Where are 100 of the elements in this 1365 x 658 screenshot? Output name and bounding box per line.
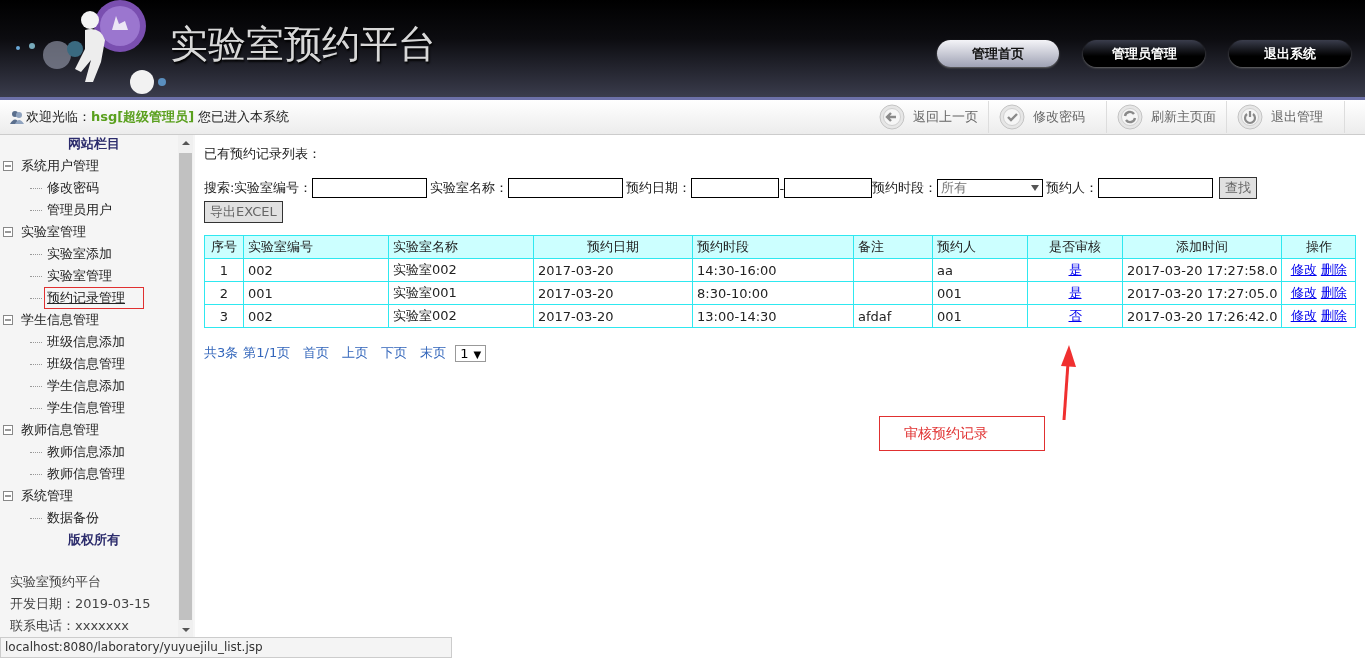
pager-link[interactable]: 首页 [303, 344, 330, 362]
table-cell: 2017-03-20 17:27:58.0 [1122, 258, 1282, 282]
refresh-icon [1117, 104, 1143, 130]
tree-item[interactable]: 实验室添加 [45, 245, 114, 263]
action-link[interactable]: 删除 [1320, 308, 1347, 323]
column-header: 实验室名称 [388, 235, 534, 259]
tree-item[interactable]: 预约记录管理 [45, 288, 143, 308]
tree-group[interactable]: 系统管理 [21, 487, 73, 505]
pager-text: 共3条 [204, 344, 239, 362]
tree-group[interactable]: 教师信息管理 [21, 421, 99, 439]
tree-item[interactable]: 修改密码 [45, 179, 101, 197]
pager-link[interactable]: 下页 [381, 344, 408, 362]
toolbar-button[interactable]: 修改密码 [989, 101, 1107, 133]
column-header: 预约日期 [533, 235, 693, 259]
table-cell: 13:00-14:30 [692, 304, 854, 328]
tree-group[interactable]: 学生信息管理 [21, 311, 99, 329]
table-cell: 001 [932, 281, 1028, 305]
nav-button[interactable]: 退出系统 [1229, 40, 1351, 67]
table-cell: 001 [932, 304, 1028, 328]
pager-link[interactable]: 末页 [420, 344, 447, 362]
column-header: 预约时段 [692, 235, 854, 259]
column-header: 操作 [1282, 235, 1356, 259]
table-cell: 2017-03-20 [533, 304, 693, 328]
table-cell: 实验室002 [388, 304, 534, 328]
input-field[interactable] [691, 178, 780, 198]
nav-button[interactable]: 管理首页 [937, 40, 1059, 67]
tree-item[interactable]: 学生信息添加 [45, 377, 127, 395]
tree-item[interactable]: 数据备份 [45, 509, 101, 527]
select-field[interactable]: 所有 [937, 179, 1044, 197]
column-header: 添加时间 [1122, 235, 1282, 259]
page-heading: 已有预约记录列表： [204, 145, 322, 163]
footer-text: 联系电话：xxxxxxx [10, 617, 130, 635]
collapse-icon[interactable] [3, 491, 13, 501]
table-cell: 14:30-16:00 [692, 258, 854, 282]
tree-group[interactable]: 系统用户管理 [21, 157, 99, 175]
tree-group[interactable]: 实验室管理 [21, 223, 86, 241]
collapse-icon[interactable] [3, 425, 13, 435]
approval-link[interactable]: 是 [1068, 262, 1082, 277]
table-cell: 2017-03-20 17:27:05.0 [1122, 281, 1282, 305]
action-link[interactable]: 修改 [1290, 308, 1317, 323]
sidebar-title: 网站栏目 [67, 135, 121, 153]
field-label: 实验室编号： [234, 179, 313, 197]
table-cell: 001 [243, 281, 389, 305]
check-icon [999, 104, 1025, 130]
field-label: 实验室名称： [430, 179, 509, 197]
page-select[interactable]: 1 ▼ [455, 344, 487, 362]
power-icon [1237, 104, 1263, 130]
table-cell: 2 [204, 281, 244, 305]
field-label: 预约时段： [872, 179, 938, 197]
site-title: 实验室预约平台 [170, 21, 436, 68]
toolbar-button[interactable]: 刷新主页面 [1107, 101, 1227, 133]
column-header: 实验室编号 [243, 235, 389, 259]
table-cell: 实验室001 [388, 281, 534, 305]
tree-item[interactable]: 教师信息添加 [45, 443, 127, 461]
copyright-title: 版权所有 [67, 531, 121, 549]
action-link[interactable]: 修改 [1290, 285, 1317, 300]
tree-item[interactable]: 管理员用户 [45, 201, 114, 219]
table-cell: 3 [204, 304, 244, 328]
table-cell: 002 [243, 304, 389, 328]
export-button[interactable]: 导出EXCEL [204, 201, 283, 223]
pager-text: 第1/1页 [243, 344, 291, 362]
footer-text: 开发日期：2019-03-15 [10, 595, 152, 613]
action-link[interactable]: 修改 [1290, 262, 1317, 277]
toolbar-button[interactable]: 返回上一页 [869, 101, 989, 133]
footer-text: 实验室预约平台 [10, 573, 102, 591]
column-header: 预约人 [932, 235, 1028, 259]
tree-item[interactable]: 班级信息添加 [45, 333, 127, 351]
collapse-icon[interactable] [3, 161, 13, 171]
annotation-callout: 审核预约记录 [879, 416, 1045, 451]
table-cell: afdaf [853, 304, 933, 328]
status-bar: localhost:8080/laboratory/yuyuejilu_list.jsp [0, 637, 452, 658]
toolbar-button[interactable]: 退出管理 [1227, 101, 1345, 133]
table-cell: 2017-03-20 17:26:42.0 [1122, 304, 1282, 328]
collapse-icon[interactable] [3, 227, 13, 237]
column-header: 序号 [204, 235, 244, 259]
search-label: 搜索: [204, 179, 235, 197]
input-field[interactable] [312, 178, 428, 198]
input-field[interactable] [1098, 178, 1214, 198]
search-button[interactable]: 查找 [1219, 177, 1258, 199]
nav-button[interactable]: 管理员管理 [1083, 40, 1205, 67]
pager-link[interactable]: 上页 [342, 344, 369, 362]
approval-link[interactable]: 是 [1068, 285, 1082, 300]
table-cell: 2017-03-20 [533, 281, 693, 305]
table-cell: 2017-03-20 [533, 258, 693, 282]
tree-item[interactable]: 学生信息管理 [45, 399, 127, 417]
user-icon [10, 110, 24, 124]
table-cell: 002 [243, 258, 389, 282]
tree-item[interactable]: 实验室管理 [45, 267, 114, 285]
action-link[interactable]: 删除 [1320, 285, 1347, 300]
tree-item[interactable]: 班级信息管理 [45, 355, 127, 373]
action-link[interactable]: 删除 [1320, 262, 1347, 277]
collapse-icon[interactable] [3, 315, 13, 325]
scrollbar[interactable] [178, 135, 193, 638]
field-label: 预约日期： [626, 179, 692, 197]
caret-icon [1031, 185, 1040, 191]
approval-link[interactable]: 否 [1068, 308, 1082, 323]
input-field[interactable] [508, 178, 624, 198]
table-cell: aa [932, 258, 1028, 282]
tree-item[interactable]: 教师信息管理 [45, 465, 127, 483]
input-field[interactable] [784, 178, 873, 198]
